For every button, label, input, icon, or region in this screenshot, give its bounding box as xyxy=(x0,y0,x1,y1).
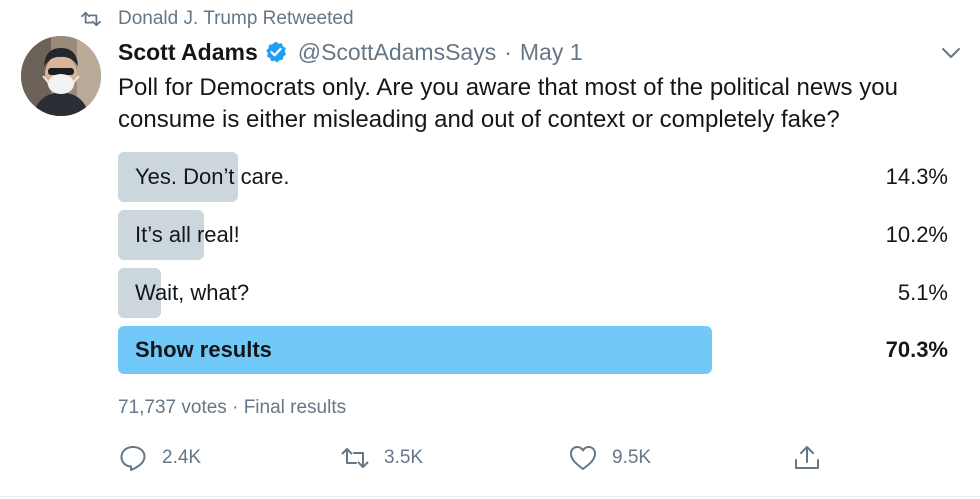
retweet-button[interactable]: 3.5K xyxy=(340,440,423,476)
reply-icon xyxy=(120,446,146,471)
tweet-date[interactable]: May 1 xyxy=(520,39,583,66)
avatar[interactable] xyxy=(21,36,101,116)
poll-option-percent: 14.3% xyxy=(885,164,948,189)
author-handle[interactable]: @ScottAdamsSays xyxy=(298,39,496,66)
chevron-down-icon[interactable] xyxy=(938,40,964,66)
poll-option-percent: 10.2% xyxy=(885,222,948,247)
poll-option: Wait, what? 5.1% xyxy=(118,268,948,318)
divider xyxy=(0,496,980,497)
heart-icon xyxy=(570,446,596,470)
share-button[interactable] xyxy=(792,440,836,476)
avatar-image xyxy=(21,36,101,116)
retweet-icon xyxy=(81,11,101,27)
tweet-text: Poll for Democrats only. Are you aware t… xyxy=(118,74,898,133)
poll-winner-percent: 70.3% xyxy=(885,337,948,362)
retweet-count: 3.5K xyxy=(384,447,424,468)
poll-option-label: Yes. Don’t care. xyxy=(135,164,290,189)
vote-count: 71,737 votes xyxy=(118,397,227,418)
show-results-label: Show results xyxy=(135,337,272,362)
like-button[interactable]: 9.5K xyxy=(568,440,651,476)
poll-status: Final results xyxy=(243,397,347,418)
show-results-button[interactable]: Show results xyxy=(118,326,712,374)
retweet-context-text: Donald J. Trump Retweeted xyxy=(118,8,354,29)
reply-count: 2.4K xyxy=(162,447,202,468)
poll-option: Yes. Don’t care. 14.3% xyxy=(118,152,948,202)
poll-option: It’s all real! 10.2% xyxy=(118,210,948,260)
poll-summary: 71,737 votes · Final results xyxy=(118,397,346,419)
poll-option-percent: 5.1% xyxy=(897,280,948,305)
poll-option-label: Wait, what? xyxy=(135,280,250,305)
reply-button[interactable]: 2.4K xyxy=(118,440,201,476)
retweet-icon xyxy=(341,448,369,468)
poll-option-label: It’s all real! xyxy=(135,222,240,247)
poll-summary-separator: · xyxy=(232,397,239,418)
like-count: 9.5K xyxy=(612,447,652,468)
tweet-header: Scott Adams @ScottAdamsSays · May 1 xyxy=(118,37,583,67)
verified-badge-icon xyxy=(265,41,286,63)
retweet-context[interactable]: Donald J. Trump Retweeted xyxy=(80,6,354,32)
header-separator: · xyxy=(504,38,512,65)
share-icon xyxy=(795,446,819,469)
author-name[interactable]: Scott Adams xyxy=(118,39,258,66)
